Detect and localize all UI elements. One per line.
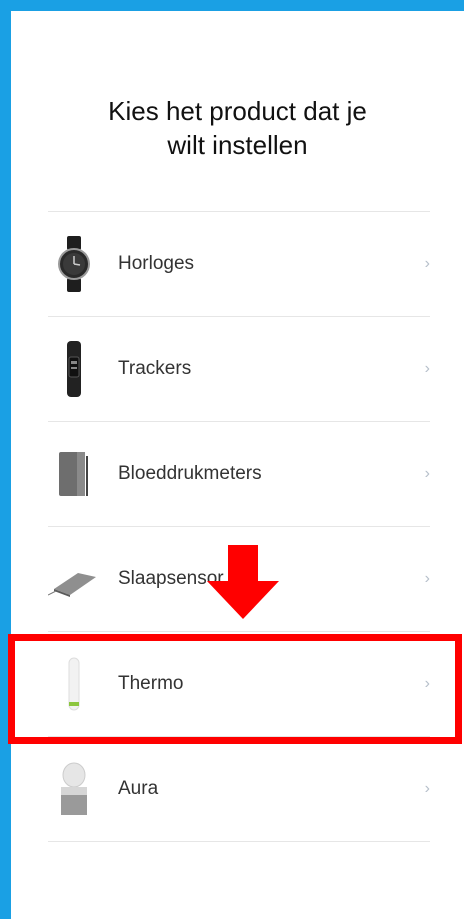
list-item-horloges[interactable]: Horloges › (48, 212, 430, 317)
list-item-label: Aura (118, 778, 159, 799)
red-arrow-down-icon (207, 545, 279, 619)
page-title: Kies het product dat je wilt instellen (11, 94, 464, 162)
chevron-right-icon: › (424, 675, 430, 692)
tracker-icon (53, 339, 95, 399)
chevron-right-icon: › (424, 780, 430, 797)
product-list: Horloges › Trackers › Bloeddrukmeters › … (47, 211, 430, 842)
list-item-label: Horloges (118, 253, 195, 274)
chevron-right-icon: › (424, 360, 430, 377)
list-item-label: Trackers (118, 358, 192, 379)
aura-lamp-icon (53, 759, 95, 819)
chevron-right-icon: › (424, 465, 430, 482)
list-item-label: Bloeddrukmeters (118, 463, 262, 484)
list-item-label: Thermo (118, 673, 184, 694)
chevron-right-icon: › (424, 255, 430, 272)
list-item-trackers[interactable]: Trackers › (48, 317, 430, 422)
chevron-right-icon: › (424, 570, 430, 587)
page-title-line-1: Kies het product dat je (108, 96, 367, 126)
sleep-sensor-icon (47, 549, 98, 609)
list-item-thermo[interactable]: Thermo › (48, 632, 430, 737)
list-item-bloeddrukmeters[interactable]: Bloeddrukmeters › (48, 422, 430, 527)
list-item-aura[interactable]: Aura › (48, 737, 430, 842)
thermometer-icon (53, 654, 95, 714)
watch-icon (53, 234, 95, 294)
blood-pressure-monitor-icon (53, 444, 95, 504)
page-title-line-2: wilt instellen (167, 130, 308, 160)
app-screen: Kies het product dat je wilt instellen H… (11, 11, 464, 919)
